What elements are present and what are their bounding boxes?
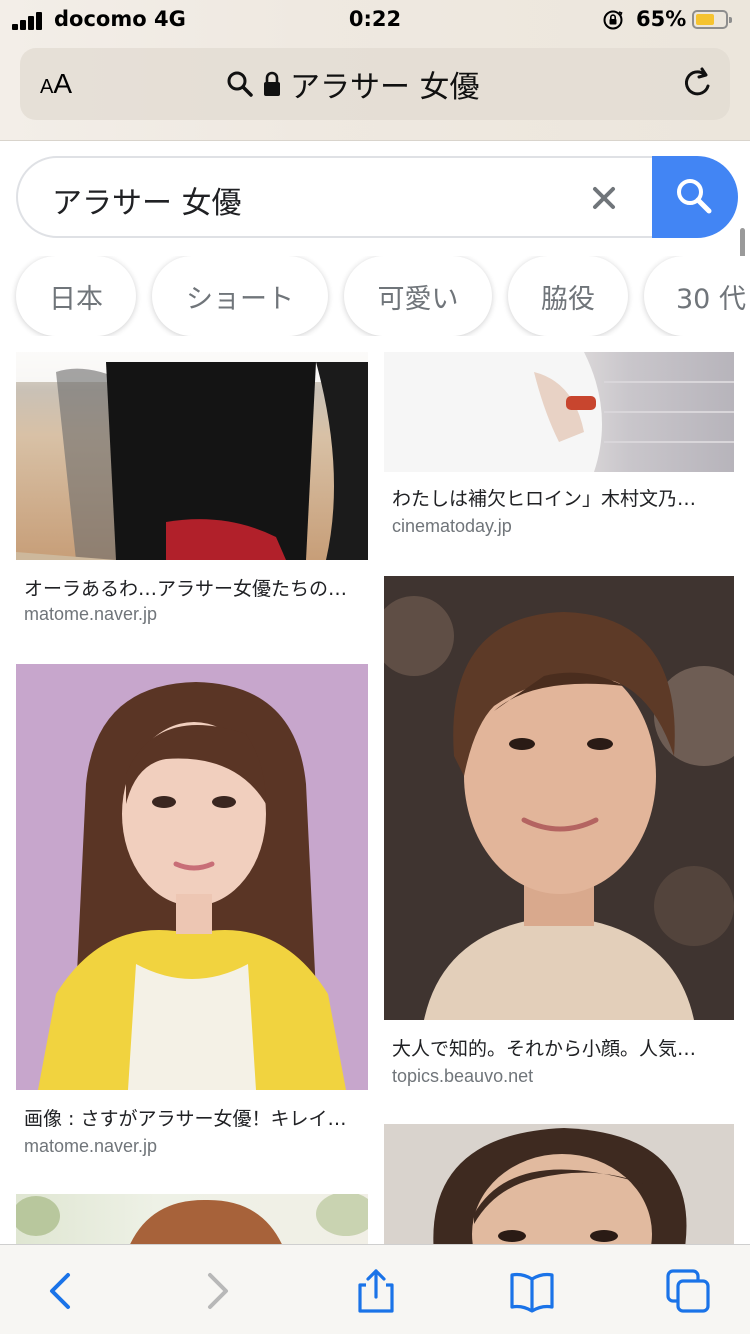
search-icon: [677, 179, 712, 214]
text-size-button[interactable]: AA: [40, 68, 72, 100]
url-text: アラサー 女優: [290, 70, 480, 105]
result-thumbnail[interactable]: [384, 1124, 734, 1244]
image-results-grid: オーラあるわ…アラサー女優たちの… matome.naver.jp わたしは補欠…: [0, 352, 750, 1244]
chip-short[interactable]: ショート: [152, 256, 328, 336]
result-card-3[interactable]: 画像 : さすがアラサー女優！キレイ… matome.naver.jp: [16, 664, 368, 1164]
result-caption[interactable]: 画像 : さすがアラサー女優！キレイ…: [24, 1104, 346, 1131]
back-arrow-icon[interactable]: [38, 1267, 86, 1315]
result-thumbnail[interactable]: [16, 1194, 368, 1244]
chip-cute[interactable]: 可愛い: [344, 256, 492, 336]
search-input[interactable]: アラサー 女優: [52, 178, 242, 222]
tabs-icon[interactable]: [664, 1267, 712, 1315]
result-thumbnail[interactable]: [16, 352, 368, 560]
result-card-6[interactable]: [384, 1124, 734, 1244]
orientation-lock-icon: [603, 10, 623, 30]
result-thumbnail[interactable]: [384, 352, 734, 472]
result-card-5[interactable]: [16, 1194, 368, 1244]
battery-icon: [692, 10, 732, 29]
bookmarks-icon[interactable]: [508, 1267, 556, 1315]
share-icon[interactable]: [352, 1267, 400, 1315]
url-field[interactable]: アラサー 女優: [226, 66, 480, 105]
forward-arrow-icon[interactable]: [192, 1267, 240, 1315]
result-source[interactable]: topics.beauvo.net: [392, 1066, 533, 1087]
browser-top-chrome: docomo 4G 0:22 65% AA アラサー 女優: [0, 0, 750, 141]
address-bar[interactable]: AA アラサー 女優: [20, 48, 730, 120]
result-card-2[interactable]: わたしは補欠ヒロイン」木村文乃… cinematoday.jp: [384, 352, 734, 552]
chip-japan[interactable]: 日本: [16, 256, 136, 336]
result-caption[interactable]: 大人で知的。それから小顔。人気…: [392, 1034, 696, 1061]
result-thumbnail[interactable]: [384, 576, 734, 1020]
battery-fill: [696, 14, 714, 25]
battery-percent: 65%: [636, 7, 687, 31]
chip-thirties[interactable]: 30 代: [644, 256, 750, 336]
chip-supporting-role[interactable]: 脇役: [508, 256, 628, 336]
lock-icon: [264, 71, 280, 96]
result-source[interactable]: matome.naver.jp: [24, 604, 157, 625]
result-caption[interactable]: オーラあるわ…アラサー女優たちの…: [24, 574, 347, 601]
result-source[interactable]: cinematoday.jp: [392, 516, 512, 537]
search-box[interactable]: アラサー 女優: [16, 156, 738, 238]
status-bar: docomo 4G 0:22 65%: [0, 0, 750, 40]
browser-toolbar: [0, 1244, 750, 1334]
search-icon: [227, 71, 253, 97]
result-thumbnail[interactable]: [16, 664, 368, 1090]
close-icon[interactable]: [586, 180, 622, 216]
search-submit-button[interactable]: [652, 156, 738, 238]
reload-icon[interactable]: [680, 66, 716, 102]
result-card-1[interactable]: オーラあるわ…アラサー女優たちの… matome.naver.jp: [16, 352, 368, 642]
result-caption[interactable]: わたしは補欠ヒロイン」木村文乃…: [392, 484, 696, 511]
filter-chips: 日本 ショート 可愛い 脇役 30 代: [0, 256, 750, 336]
result-source[interactable]: matome.naver.jp: [24, 1136, 157, 1157]
result-card-4[interactable]: 大人で知的。それから小顔。人気… topics.beauvo.net: [384, 576, 734, 1106]
